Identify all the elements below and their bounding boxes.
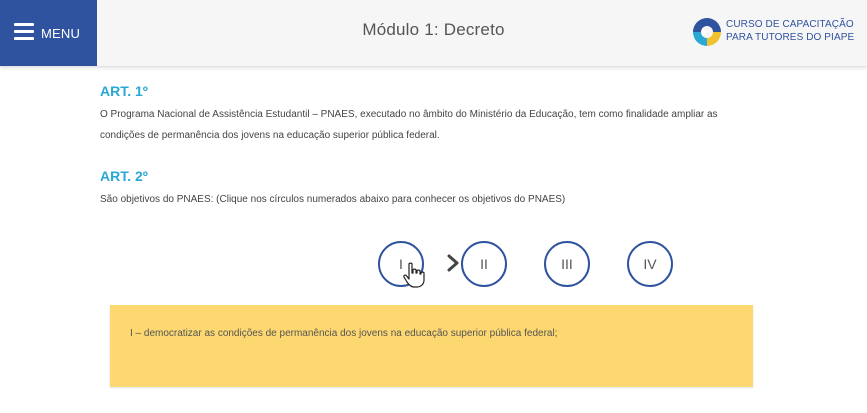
hand-cursor-icon xyxy=(403,262,425,288)
art2-text: São objetivos do PNAES: (Clique nos círc… xyxy=(100,194,566,205)
logo-text: CURSO DE CAPACITAÇÃO PARA TUTORES DO PIA… xyxy=(726,18,854,44)
objective-circle-2[interactable]: II xyxy=(461,241,507,287)
art2-title: ART. 2º xyxy=(100,168,148,184)
logo-text-line1: CURSO DE CAPACITAÇÃO xyxy=(726,19,854,30)
piape-logo-icon xyxy=(693,18,721,46)
art1-title: ART. 1º xyxy=(100,83,148,99)
logo-text-line2: PARA TUTORES DO PIAPE xyxy=(726,32,855,43)
art1-text: O Programa Nacional de Assistência Estud… xyxy=(100,109,718,141)
objective-content-panel: I – democratizar as condições de permanê… xyxy=(110,305,753,387)
objective-circle-4[interactable]: IV xyxy=(627,241,673,287)
course-logo: CURSO DE CAPACITAÇÃO PARA TUTORES DO PIA… xyxy=(691,16,859,52)
objective-circle-3[interactable]: III xyxy=(544,241,590,287)
objective-content-text: I – democratizar as condições de permanê… xyxy=(130,328,558,339)
top-header: MENU Módulo 1: Decreto CURSO DE CAPACITA… xyxy=(0,0,867,67)
chevron-right-icon xyxy=(447,254,459,272)
